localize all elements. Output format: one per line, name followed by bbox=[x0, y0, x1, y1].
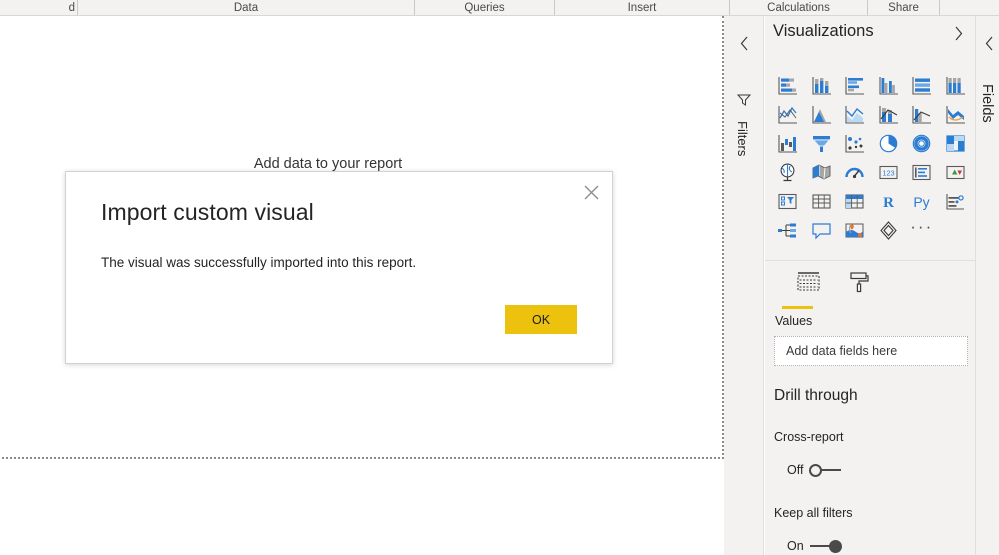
r-script-visual-icon[interactable]: R bbox=[872, 187, 906, 216]
filters-pane-collapsed[interactable]: Filters bbox=[724, 16, 764, 555]
svg-text:R: R bbox=[883, 195, 894, 211]
fields-format-tabs bbox=[775, 268, 975, 308]
cross-report-toggle[interactable]: Off bbox=[787, 463, 842, 477]
matrix-icon[interactable] bbox=[838, 187, 872, 216]
gauge-icon[interactable] bbox=[838, 158, 872, 187]
clustered-bar-chart-icon[interactable] bbox=[838, 71, 872, 100]
hundred-percent-stacked-bar-chart-icon[interactable] bbox=[905, 71, 939, 100]
card-icon[interactable]: 123 bbox=[872, 158, 906, 187]
toggle-switch[interactable] bbox=[809, 539, 842, 553]
ribbon-chart-icon[interactable] bbox=[939, 100, 973, 129]
stacked-area-chart-icon[interactable] bbox=[838, 100, 872, 129]
keep-all-filters-toggle[interactable]: On bbox=[787, 539, 842, 553]
clustered-column-chart-icon[interactable] bbox=[872, 71, 906, 100]
ribbon-group-data[interactable]: Data bbox=[78, 0, 415, 15]
values-field-well[interactable]: Add data fields here bbox=[774, 336, 968, 366]
import-custom-visual-dialog: Import custom visual The visual was succ… bbox=[65, 171, 613, 364]
pane-divider bbox=[765, 260, 976, 261]
chevron-left-icon[interactable] bbox=[735, 34, 753, 52]
ribbon-group-label: Queries bbox=[464, 1, 505, 14]
power-bi-report-editor: d Data Queries Insert Calculations Share… bbox=[0, 0, 999, 555]
dialog-message: The visual was successfully imported int… bbox=[101, 255, 417, 270]
svg-text:123: 123 bbox=[882, 168, 894, 177]
ribbon-group-clipboard[interactable]: d bbox=[0, 0, 78, 15]
keep-all-filters-label: Keep all filters bbox=[774, 506, 853, 520]
format-paint-roller-icon[interactable] bbox=[838, 268, 880, 308]
toggle-switch[interactable] bbox=[809, 463, 842, 477]
funnel-chart-icon[interactable] bbox=[805, 129, 839, 158]
hundred-percent-stacked-column-chart-icon[interactable] bbox=[939, 71, 973, 100]
multi-row-card-icon[interactable] bbox=[905, 158, 939, 187]
ribbon-group-calculations[interactable]: Calculations bbox=[730, 0, 868, 15]
ok-button[interactable]: OK bbox=[505, 305, 577, 334]
more-options-icon[interactable]: ··· bbox=[905, 216, 939, 245]
visualizations-title: Visualizations bbox=[773, 22, 874, 40]
visualizations-pane: Visualizations 123 R Py ··· Values Add d… bbox=[765, 16, 976, 555]
ribbon-group-label: Calculations bbox=[767, 1, 830, 14]
line-and-stacked-column-chart-icon[interactable] bbox=[872, 100, 906, 129]
cross-report-state: Off bbox=[787, 463, 804, 477]
decomposition-tree-icon[interactable] bbox=[771, 216, 805, 245]
ribbon-group-insert[interactable]: Insert bbox=[555, 0, 730, 15]
fields-pane-label: Fields bbox=[979, 84, 995, 123]
scatter-chart-icon[interactable] bbox=[838, 129, 872, 158]
ribbon-group-labels: d Data Queries Insert Calculations Share bbox=[0, 0, 999, 16]
area-chart-icon[interactable] bbox=[805, 100, 839, 129]
ribbon-group-share[interactable]: Share bbox=[868, 0, 940, 15]
chevron-right-icon[interactable] bbox=[949, 24, 967, 42]
dialog-title: Import custom visual bbox=[101, 199, 314, 225]
ribbon-group-label: Insert bbox=[627, 1, 657, 14]
line-chart-icon[interactable] bbox=[771, 100, 805, 129]
stacked-column-chart-icon[interactable] bbox=[805, 71, 839, 100]
key-influencers-icon[interactable] bbox=[939, 187, 973, 216]
chevron-left-icon[interactable] bbox=[980, 34, 998, 52]
smart-narrative-icon[interactable] bbox=[805, 216, 839, 245]
fields-tab-active-indicator bbox=[782, 306, 813, 309]
drill-through-title: Drill through bbox=[774, 387, 858, 404]
ribbon-group-label: Data bbox=[233, 1, 259, 14]
kpi-icon[interactable] bbox=[939, 158, 973, 187]
donut-chart-icon[interactable] bbox=[905, 129, 939, 158]
visual-type-gallery[interactable]: 123 R Py ··· bbox=[771, 71, 972, 245]
python-visual-icon[interactable]: Py bbox=[905, 187, 939, 216]
add-data-hint: Add data to your report bbox=[253, 156, 403, 172]
map-icon[interactable] bbox=[771, 158, 805, 187]
pie-chart-icon[interactable] bbox=[872, 129, 906, 158]
ribbon-group-queries[interactable]: Queries bbox=[415, 0, 555, 15]
arcgis-maps-icon[interactable] bbox=[838, 216, 872, 245]
ribbon-group-label: d bbox=[68, 1, 75, 14]
filters-pane-label: Filters bbox=[735, 121, 750, 157]
keep-all-filters-state: On bbox=[787, 539, 804, 553]
fields-pane-collapsed[interactable]: Fields bbox=[976, 16, 999, 555]
slicer-icon[interactable] bbox=[771, 187, 805, 216]
values-well-label: Values bbox=[775, 314, 813, 328]
filter-funnel-icon[interactable] bbox=[736, 92, 752, 108]
waterfall-chart-icon[interactable] bbox=[771, 129, 805, 158]
stacked-bar-chart-icon[interactable] bbox=[771, 71, 805, 100]
svg-text:Py: Py bbox=[914, 194, 930, 210]
table-icon[interactable] bbox=[805, 187, 839, 216]
fields-tab-icon[interactable] bbox=[787, 268, 829, 308]
cross-report-label: Cross-report bbox=[774, 430, 844, 444]
line-and-clustered-column-chart-icon[interactable] bbox=[905, 100, 939, 129]
treemap-icon[interactable] bbox=[939, 129, 973, 158]
filled-map-icon[interactable] bbox=[805, 158, 839, 187]
power-apps-icon[interactable] bbox=[872, 216, 906, 245]
ribbon-group-label: Share bbox=[888, 1, 919, 14]
close-icon[interactable] bbox=[576, 178, 606, 206]
